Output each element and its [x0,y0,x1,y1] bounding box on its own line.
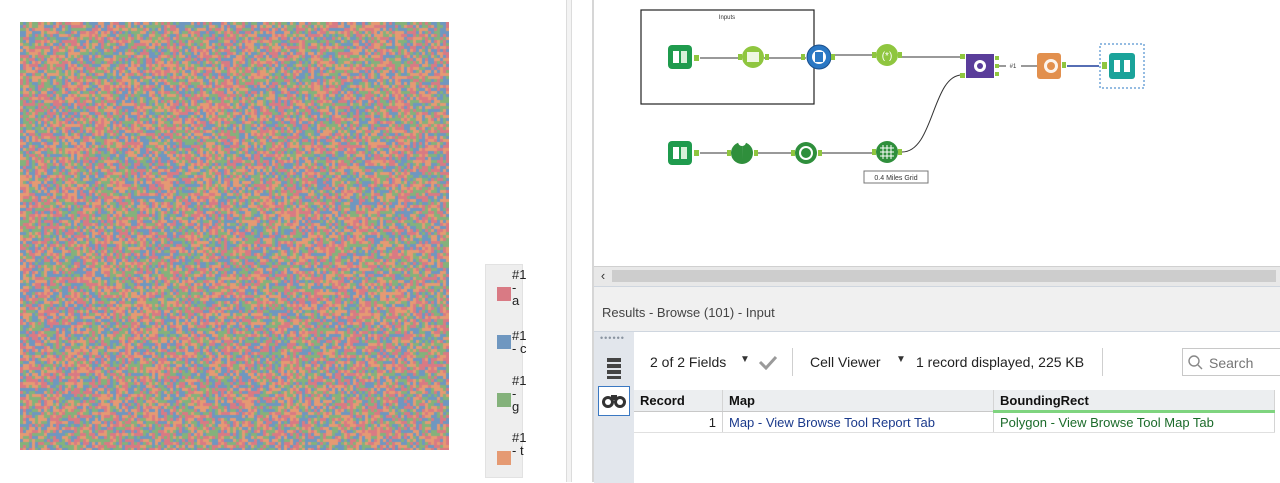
cell-viewer-selector[interactable]: Cell Viewer [810,354,881,370]
container-label: Inputs [719,15,735,21]
column-header-record[interactable]: Record [634,390,723,412]
scroll-thumb[interactable] [612,270,1276,282]
results-table: Record Map BoundingRect 1 Map - View Bro… [634,390,1275,433]
spatial-match-tool[interactable] [960,54,999,78]
workflow-diagram: Inputs #1 (*) 0.4 Miles Grid [640,9,1145,184]
svg-text:(*): (*) [882,51,893,62]
results-toolbar: 2 of 2 Fields ▼ Cell Viewer ▼ 1 record d… [634,332,1280,392]
cell-viewer-caret-icon[interactable]: ▼ [896,354,906,365]
binoculars-icon [602,395,626,408]
map-cell[interactable]: Map - View Browse Tool Report Tab [722,411,994,433]
connection-label: #1 [1010,64,1017,70]
results-grid: Record Map BoundingRect 1 Map - View Bro… [634,390,1280,483]
legend-swatch-g [497,393,511,407]
report-map-tool[interactable] [1037,53,1066,79]
results-title: Results - Browse (101) - Input [602,305,775,320]
browse-tool-selected[interactable] [1099,43,1145,89]
toolbar-divider [792,348,793,376]
connector-curve [901,74,963,153]
legend-label-c: #1 - c [512,328,527,356]
legend-swatch-t [497,451,511,465]
grid-annotation-label: 0.4 Miles Grid [874,175,917,182]
toolbar-divider [1102,348,1103,376]
legend-label-g: #1 - g [512,373,527,414]
boundingrect-cell[interactable]: Polygon - View Browse Tool Map Tab [993,411,1275,433]
create-points-tool[interactable] [727,138,758,164]
table-view-icon [607,358,621,379]
search-icon [1188,355,1203,370]
search-input[interactable] [1207,352,1280,374]
legend-item-c: #1 - c [486,317,526,369]
browse-view-button[interactable] [598,386,630,416]
legend-item-t: #1 - t [486,421,526,473]
scroll-left-icon[interactable]: ‹ [596,269,610,283]
column-header-boundingrect[interactable]: BoundingRect [993,390,1275,413]
trade-area-tool[interactable] [791,142,822,164]
legend-label-t: #1 - t [512,430,527,458]
table-row[interactable]: 1 Map - View Browse Tool Report Tab Poly… [634,411,1275,433]
map-preview-pane: #1 - a #1 - c #1 - g #1 - t [0,0,566,482]
column-header-map[interactable]: Map [722,390,994,412]
legend-item-a: #1 - a [486,265,526,317]
horizontal-scrollbar[interactable]: ‹ [594,266,1280,286]
workflow-canvas[interactable]: Inputs #1 (*) 0.4 Miles Grid [594,0,1280,266]
checkmark-icon[interactable] [758,354,778,370]
legend-label-a: #1 - a [512,267,527,308]
fields-selector[interactable]: 2 of 2 Fields [650,354,726,370]
legend-swatch-c [497,335,511,349]
make-grid-tool[interactable] [872,141,902,163]
table-header-row: Record Map BoundingRect [634,390,1275,413]
results-sidebar: •••••• [594,332,634,483]
grip-icon[interactable]: •••••• [600,334,628,343]
inputs-container[interactable] [640,9,815,105]
map-legend: #1 - a #1 - c #1 - g #1 - t [485,264,526,478]
formula-tool[interactable]: (*) [872,44,902,66]
legend-swatch-a [497,287,511,301]
records-status: 1 record displayed, 225 KB [916,354,1085,370]
input-data-tool-2[interactable] [668,141,699,165]
grid-cell-mosaic [20,22,449,450]
results-panel: Results - Browse (101) - Input •••••• 2 … [594,286,1280,483]
search-box[interactable] [1182,348,1280,376]
record-cell[interactable]: 1 [634,411,723,433]
legend-item-g: #1 - g [486,369,526,421]
fields-caret-icon[interactable]: ▼ [740,354,750,365]
table-view-button[interactable] [600,354,628,382]
